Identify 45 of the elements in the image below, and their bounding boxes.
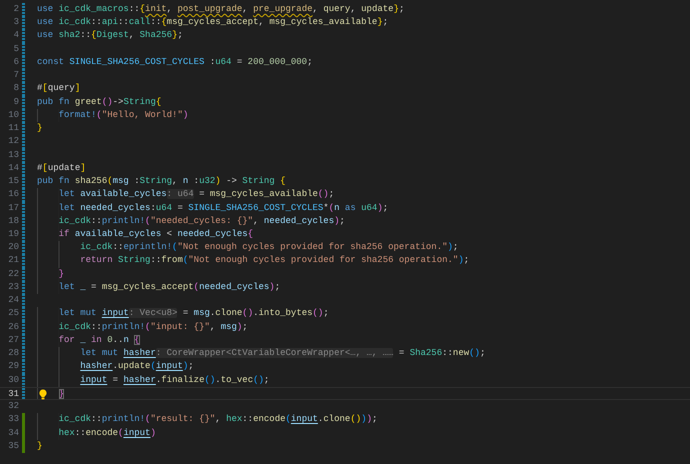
line-number: 15 xyxy=(7,175,19,188)
code-line: #[query] xyxy=(37,82,80,96)
line-number: 24 xyxy=(7,294,19,308)
line-number: 30 xyxy=(7,374,19,387)
code-line: pub fn greet()->String{ xyxy=(37,96,162,109)
line-number: 2 xyxy=(12,3,19,16)
line-number: 7 xyxy=(12,69,19,82)
line-number: 12 xyxy=(7,135,19,148)
line-number: 27 xyxy=(7,334,19,347)
line-number: 25 xyxy=(7,307,19,320)
line-number: 18 xyxy=(7,214,19,228)
line-number: 3 xyxy=(12,16,19,30)
line-number: 8 xyxy=(12,82,19,96)
code-line: } xyxy=(37,440,42,453)
line-number: 35 xyxy=(7,440,19,453)
line-number: 13 xyxy=(7,148,19,162)
line-number: 17 xyxy=(7,202,19,215)
code-line: pub fn sha256(msg :String, n :u32) -> String { xyxy=(37,175,286,188)
line-number: 14 xyxy=(7,162,19,175)
line-number: 33 xyxy=(7,413,19,426)
line-number: 6 xyxy=(12,56,19,69)
line-number: 32 xyxy=(7,400,19,414)
line-number: 28 xyxy=(7,347,19,360)
line-number: 21 xyxy=(7,254,19,268)
line-number: 26 xyxy=(7,320,19,334)
code-line: } xyxy=(37,122,42,136)
code-line: const SINGLE_SHA256_COST_CYCLES :u64 = 200_000_000; xyxy=(37,56,312,69)
line-number: 4 xyxy=(12,29,19,42)
line-number: 11 xyxy=(7,122,19,136)
line-number: 22 xyxy=(7,268,19,281)
code-line: use ic_cdk::api::call::{msg_cycles_accept, msg_cycles_available}; xyxy=(37,16,388,30)
lightbulb-icon[interactable] xyxy=(38,388,48,400)
line-number: 23 xyxy=(7,280,19,294)
code-line: #[update] xyxy=(37,162,86,175)
line-number: 9 xyxy=(12,96,19,109)
line-number: 19 xyxy=(7,228,19,241)
line-number: 20 xyxy=(7,241,19,254)
line-number: 16 xyxy=(7,188,19,202)
line-number: 29 xyxy=(7,360,19,374)
line-number: 10 xyxy=(7,108,19,122)
code-line: use sha2::{Digest, Sha256}; xyxy=(37,29,183,42)
code-line: use ic_cdk_macros::{init, post_upgrade, pre_upgrade, query, update}; xyxy=(37,3,404,16)
line-number: 5 xyxy=(12,42,19,56)
line-number: 31 xyxy=(7,388,19,400)
line-number: 34 xyxy=(7,426,19,440)
